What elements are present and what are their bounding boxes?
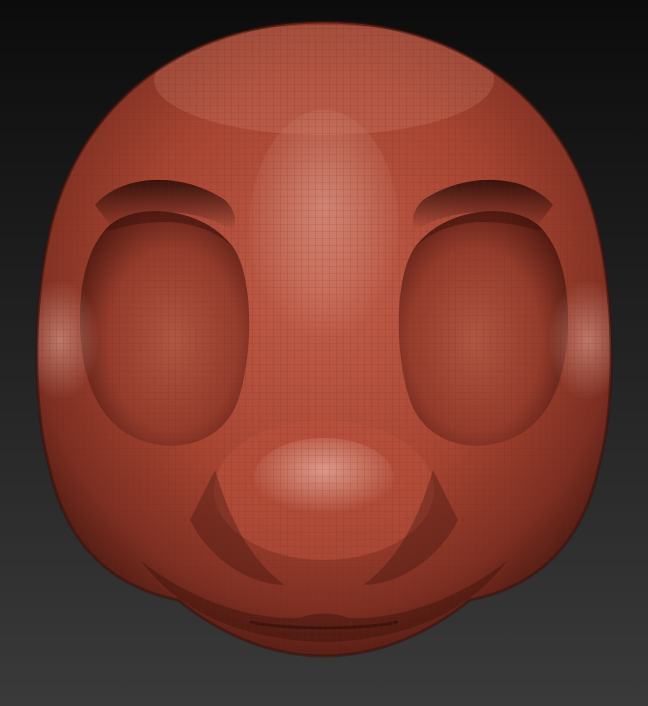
viewport-canvas[interactable]	[0, 0, 648, 706]
sculpted-head-model	[35, 20, 613, 658]
mesh-wireframe	[36, 22, 612, 656]
